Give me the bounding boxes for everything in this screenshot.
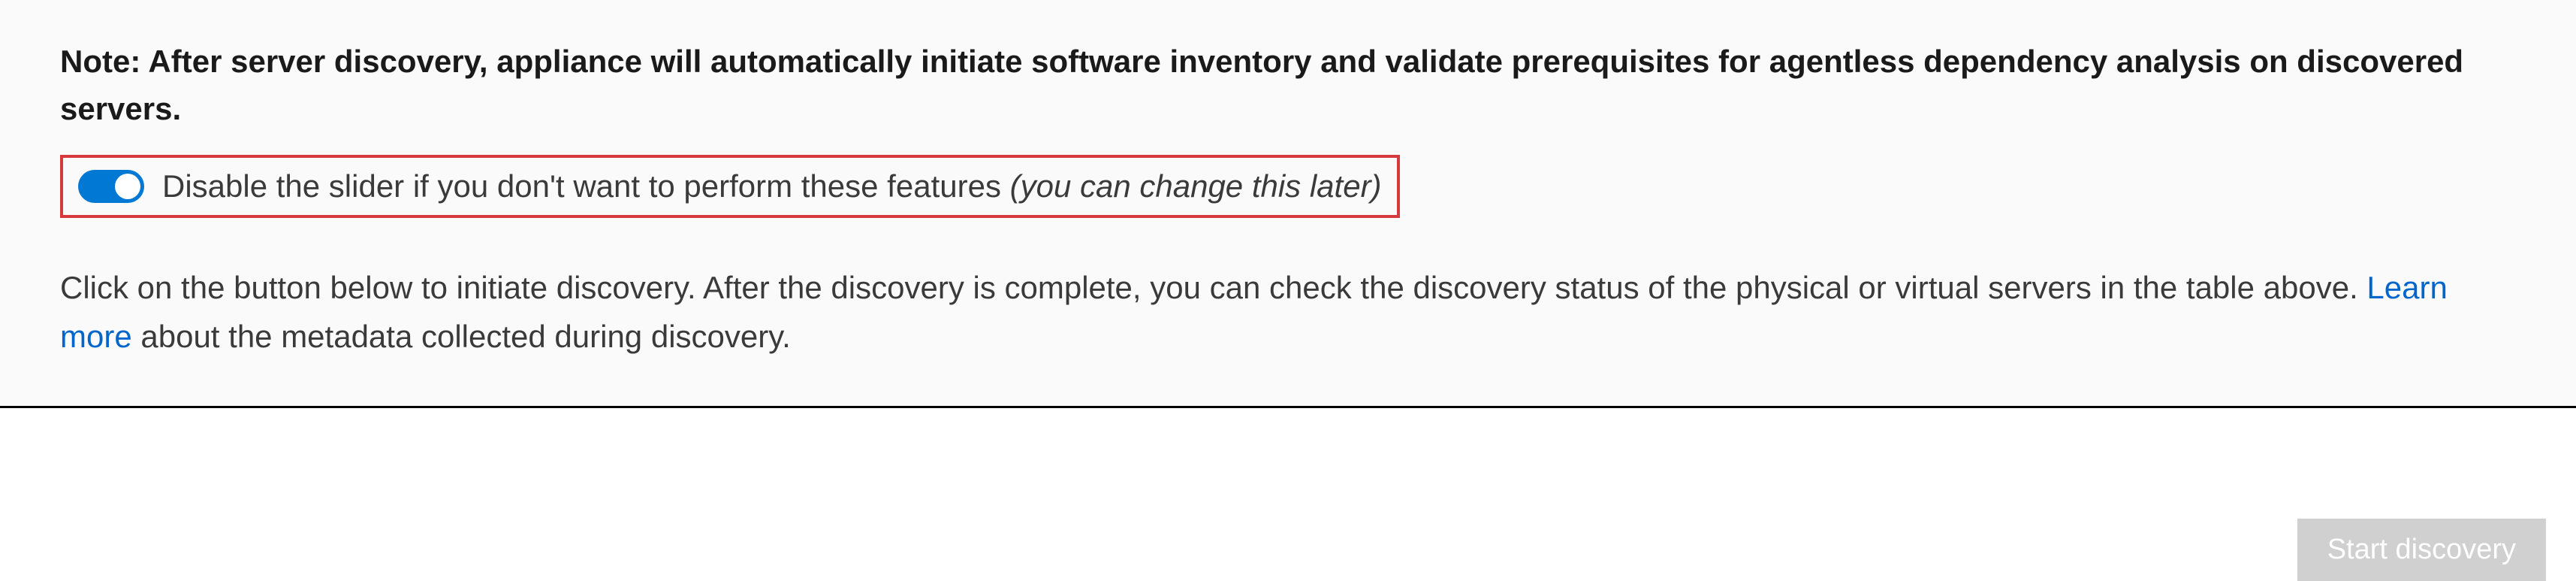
note-heading: Note: After server discovery, appliance … [60,38,2516,132]
feature-toggle-switch[interactable] [78,170,144,203]
toggle-hint: (you can change this later) [1010,168,1382,204]
toggle-label-text: Disable the slider if you don't want to … [162,168,1010,204]
instruction-text: Click on the button below to initiate di… [60,263,2516,361]
feature-toggle-row: Disable the slider if you don't want to … [60,155,1400,218]
instruction-part1: Click on the button below to initiate di… [60,270,2366,305]
toggle-knob [115,174,140,199]
toggle-label: Disable the slider if you don't want to … [162,168,1382,204]
start-discovery-button[interactable]: Start discovery [2297,519,2546,581]
discovery-config-panel: Note: After server discovery, appliance … [0,0,2576,408]
instruction-part2: about the metadata collected during disc… [132,319,791,354]
